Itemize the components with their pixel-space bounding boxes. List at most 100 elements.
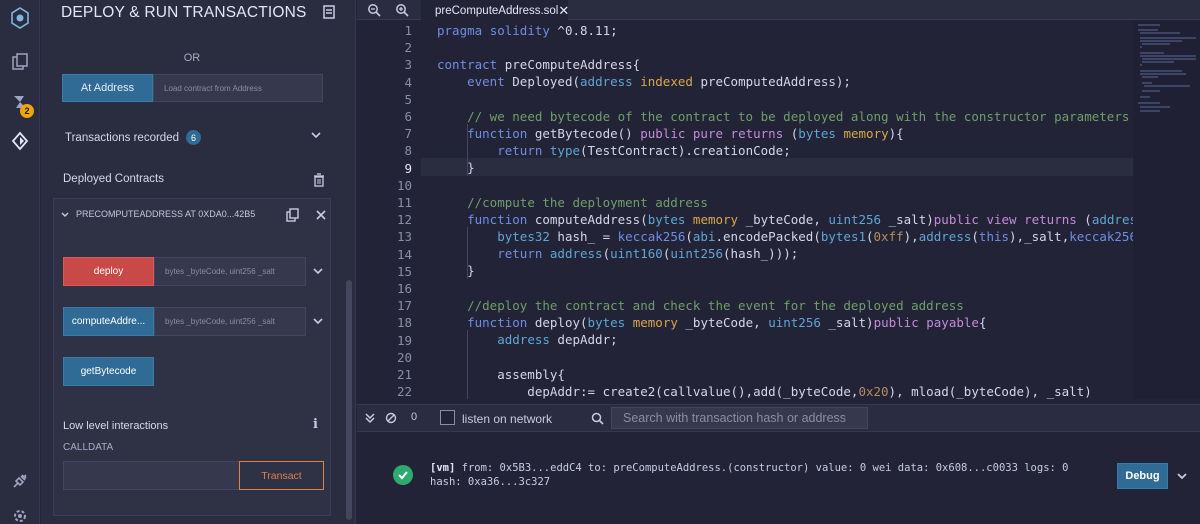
- line-number: 16: [396, 281, 412, 296]
- code-line: function getBytecode() public pure retur…: [467, 126, 904, 141]
- code-line: assembly{: [437, 367, 565, 382]
- transactions-count-badge: 6: [186, 130, 201, 145]
- tab-precomputeaddress-sol[interactable]: preComputeAddress.sol ✕: [421, 0, 569, 21]
- transactions-recorded-row[interactable]: Transactions recorded 6: [65, 130, 201, 145]
- code-line: depAddr:= create2(callvalue(),add(_byteC…: [437, 384, 1092, 399]
- low-level-interactions-label: Low level interactions: [63, 420, 169, 432]
- chevron-down-icon[interactable]: [1175, 469, 1189, 483]
- calldata-input[interactable]: [63, 461, 240, 490]
- compute-address-params-input[interactable]: bytes _byteCode, uint256 _salt: [154, 307, 306, 336]
- tab-label: preComputeAddress.sol: [435, 4, 559, 17]
- line-number: 10: [396, 177, 412, 193]
- code-line: contract preComputeAddress{: [437, 57, 641, 72]
- line-number: 12: [396, 212, 412, 228]
- code-line: return type(TestContract).creationCode;: [497, 143, 791, 158]
- success-check-icon: [393, 465, 413, 485]
- clear-console-icon[interactable]: [385, 412, 397, 424]
- contract-name: PRECOMPUTEADDRESS AT 0XDA0...42B5: [76, 209, 256, 219]
- line-number: 2: [404, 40, 412, 56]
- line-number: 14: [396, 246, 412, 262]
- deploy-params-input[interactable]: bytes _byteCode, uint256 _salt: [154, 257, 306, 286]
- remix-logo-icon[interactable]: [6, 4, 34, 32]
- chevron-down-icon[interactable]: [312, 315, 324, 327]
- code-line: }: [437, 160, 475, 175]
- line-number: 9: [404, 160, 412, 176]
- pending-tx-count: 0: [411, 411, 418, 423]
- line-number: 21: [396, 367, 412, 382]
- tx-hash-line: hash: 0xa36...3c327: [430, 476, 551, 488]
- get-bytecode-function-button[interactable]: getBytecode: [63, 357, 154, 386]
- code-line: event Deployed(address indexed preComput…: [467, 74, 851, 89]
- minimap-preview: [1138, 24, 1196, 112]
- calldata-label: CALLDATA: [63, 442, 114, 453]
- terminal-toolbar: 0 listen on network Search with transact…: [357, 404, 1200, 432]
- line-number: 18: [396, 315, 412, 331]
- trash-icon[interactable]: [313, 173, 325, 187]
- panel-docs-icon[interactable]: [323, 5, 335, 19]
- transactions-recorded-label: Transactions recorded: [65, 131, 179, 144]
- code-line: function computeAddress(bytes memory _by…: [467, 212, 1159, 227]
- compute-address-function-button[interactable]: computeAddre...: [63, 307, 154, 336]
- at-address-input[interactable]: Load contract from Address: [153, 74, 323, 102]
- line-number: 11: [396, 195, 412, 210]
- line-number: 5: [404, 91, 412, 107]
- code-line: return address(uint160(uint256(hash_)));: [497, 246, 799, 261]
- compiler-badge: 2: [20, 104, 34, 118]
- code-line: function deploy(bytes memory _byteCode, …: [467, 315, 987, 330]
- info-icon[interactable]: i: [313, 417, 321, 432]
- terminal-output: [vm] from: 0x5B3...eddC4 to: preComputeA…: [357, 432, 1200, 524]
- search-icon: [591, 412, 604, 425]
- chevron-down-icon[interactable]: [60, 210, 70, 220]
- code-line: //compute the deployment address: [467, 195, 708, 210]
- chevron-down-icon[interactable]: [309, 128, 323, 142]
- panel-scrollbar[interactable]: [346, 280, 352, 520]
- line-number: 19: [396, 332, 412, 348]
- listen-on-network-checkbox[interactable]: [440, 410, 455, 425]
- code-line: }: [437, 263, 475, 278]
- line-number: 6: [404, 109, 412, 124]
- line-number: 15: [396, 263, 412, 279]
- remix-ide: 2 DEPLOY & RUN TRANSACTIONS OR At Addres…: [0, 0, 1200, 524]
- code-editor[interactable]: 1 2 3 4 5 6 7 8 9 10 11 12 13 14 15 16 17 18 19 20 21 22 prag…: [357, 21, 1200, 399]
- deploy-function-button[interactable]: deploy: [63, 257, 154, 286]
- code-line: //deploy the contract and check the even…: [467, 298, 964, 313]
- close-tab-icon[interactable]: ✕: [558, 3, 569, 19]
- code-line: pragma solidity ^0.8.11;: [437, 23, 618, 38]
- close-icon[interactable]: [316, 210, 326, 220]
- line-number: 3: [404, 57, 412, 73]
- listen-on-network-label: listen on network: [462, 412, 553, 426]
- line-number: 13: [396, 229, 412, 245]
- plugin-manager-icon[interactable]: [6, 467, 34, 495]
- panel-title: DEPLOY & RUN TRANSACTIONS: [61, 4, 307, 21]
- collapse-terminal-icon[interactable]: [364, 412, 376, 424]
- line-number: 1: [404, 23, 412, 38]
- transact-button[interactable]: Transact: [239, 461, 324, 490]
- line-number: 7: [404, 126, 412, 142]
- contract-header[interactable]: PRECOMPUTEADDRESS AT 0XDA0...42B5: [54, 205, 332, 225]
- log-prefix: [vm]: [430, 462, 456, 474]
- deploy-run-icon[interactable]: [6, 127, 34, 155]
- code-line: // we need bytecode of the contract to b…: [467, 109, 1130, 124]
- line-number: 20: [396, 349, 412, 365]
- transaction-search-input[interactable]: Search with transaction hash or address: [611, 407, 868, 429]
- zoom-out-icon[interactable]: [367, 3, 381, 17]
- at-address-button[interactable]: At Address: [62, 74, 153, 102]
- file-explorer-icon[interactable]: [6, 48, 34, 76]
- line-number-gutter: 1 2 3 4 5 6 7 8 9 10 11 12 13 14 15 16 17 18 19 20 21 22: [357, 21, 421, 399]
- settings-icon[interactable]: [6, 502, 34, 524]
- log-details: from: 0x5B3...eddC4 to: preComputeAddres…: [455, 462, 1069, 474]
- deployed-contracts-label: Deployed Contracts: [63, 173, 164, 185]
- code-line: address depAddr;: [497, 332, 618, 347]
- tx-log-line[interactable]: [vm] from: 0x5B3...eddC4 to: preComputeA…: [430, 462, 1069, 474]
- chevron-down-icon[interactable]: [312, 265, 324, 277]
- deployed-contract-instance: PRECOMPUTEADDRESS AT 0XDA0...42B5 deploy…: [53, 198, 331, 516]
- copy-icon[interactable]: [286, 208, 299, 222]
- debug-button[interactable]: Debug: [1117, 463, 1168, 489]
- deploy-run-panel: DEPLOY & RUN TRANSACTIONS OR At Address …: [41, 0, 356, 524]
- line-number: 4: [404, 74, 412, 90]
- icon-rail: 2: [0, 0, 40, 524]
- line-number: 22: [396, 384, 412, 399]
- zoom-in-icon[interactable]: [395, 3, 409, 17]
- line-number: 17: [396, 298, 412, 314]
- active-line-highlight: [421, 158, 1133, 176]
